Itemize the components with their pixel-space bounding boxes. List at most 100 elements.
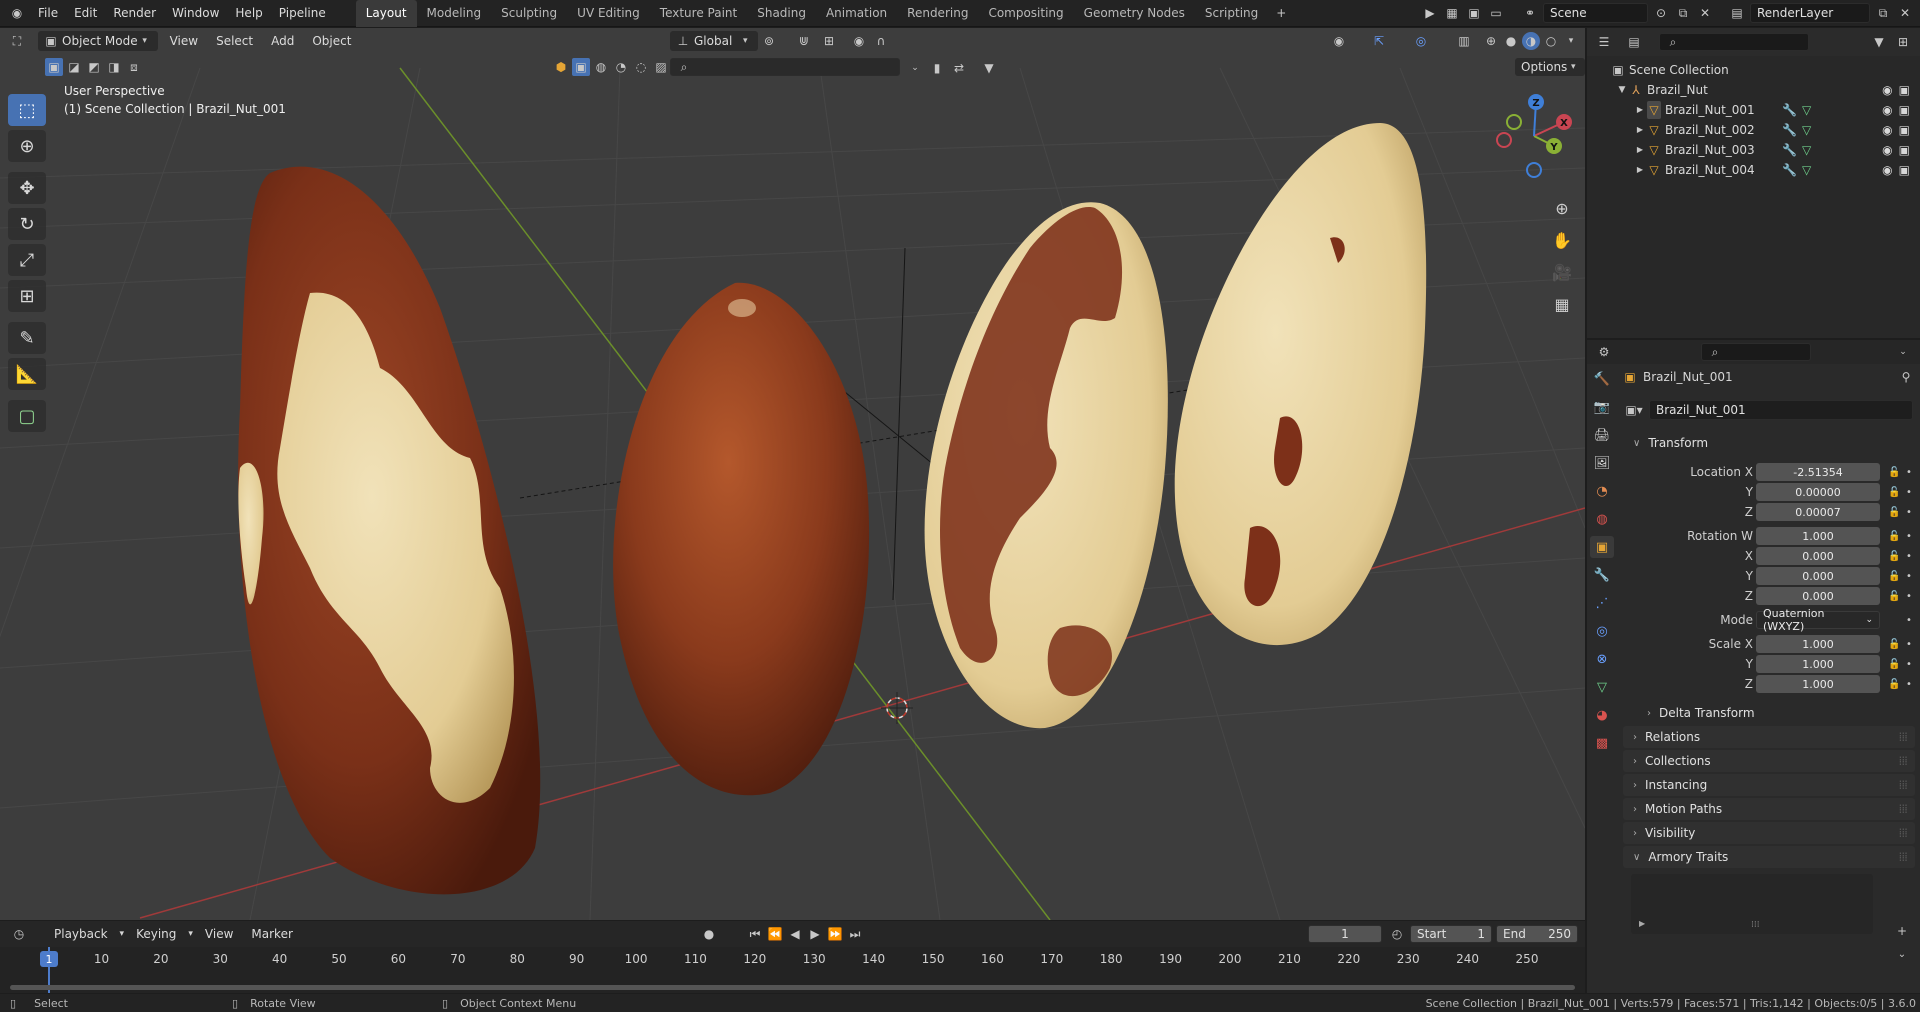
new-scene-icon[interactable]: ⧉: [1674, 4, 1692, 22]
filter-funnel-icon[interactable]: ▼: [1870, 33, 1888, 51]
expand-chevron-icon[interactable]: ▶: [1633, 141, 1647, 159]
view-layer-tab-icon[interactable]: 🖼: [1590, 452, 1614, 474]
move-tool-icon[interactable]: ✥: [8, 172, 46, 204]
lock-icon[interactable]: 🔓: [1888, 591, 1900, 602]
timeline-menu-playback[interactable]: Playback: [48, 927, 114, 941]
add-workspace-icon[interactable]: +: [1272, 4, 1290, 22]
shading-material-icon[interactable]: ◑: [1522, 32, 1540, 50]
rotation-x-field[interactable]: 0.000: [1756, 547, 1880, 565]
render-image-icon[interactable]: ▶: [1421, 4, 1439, 22]
falloff-icon[interactable]: ∩: [872, 32, 890, 50]
annotate-tool-icon[interactable]: ✎: [8, 322, 46, 354]
keyframe-dot-icon[interactable]: •: [1906, 639, 1912, 650]
filter-camera-icon[interactable]: ▨: [652, 58, 670, 76]
outliner-search-field[interactable]: ⌕: [1659, 33, 1809, 51]
properties-search-field[interactable]: ⌕: [1701, 343, 1811, 361]
expand-chevron-icon[interactable]: ▼: [1615, 81, 1629, 99]
grip-icon[interactable]: ⁞⁞⁞: [1899, 850, 1909, 864]
camera-icon[interactable]: ▣: [1899, 83, 1910, 97]
playhead-frame-label[interactable]: 1: [40, 951, 58, 967]
camera-icon[interactable]: ▣: [1899, 123, 1910, 137]
visibility-panel[interactable]: › Visibility ⁞⁞⁞: [1623, 822, 1915, 844]
snap-icon[interactable]: ⋓: [795, 32, 813, 50]
grip-icon[interactable]: ⁞⁞⁞: [1899, 778, 1909, 792]
navigation-gizmo[interactable]: X Y Z: [1490, 92, 1578, 180]
filter-world-icon[interactable]: ◌: [632, 58, 650, 76]
prev-keyframe-icon[interactable]: ⏪: [766, 925, 784, 943]
shading-wireframe-icon[interactable]: ⊕: [1482, 32, 1500, 50]
lock-icon[interactable]: 🔓: [1888, 467, 1900, 478]
expand-chevron-icon[interactable]: ▶: [1633, 101, 1647, 119]
outliner-object-row[interactable]: ▶ ▽ Brazil_Nut_001 🔧 ▽ ◉ ▣: [1587, 100, 1920, 120]
rotation-y-field[interactable]: 0.000: [1756, 567, 1880, 585]
pin-icon[interactable]: ⊙: [1652, 4, 1670, 22]
keyframe-dot-icon[interactable]: •: [1906, 615, 1912, 626]
pin-icon[interactable]: ⚲: [1897, 368, 1915, 386]
outliner-scene-collection[interactable]: ▣ Scene Collection: [1587, 60, 1920, 80]
jump-end-icon[interactable]: ⏭: [846, 925, 864, 943]
zoom-icon[interactable]: ⊕: [1548, 196, 1576, 220]
add-cube-tool-icon[interactable]: ▢: [8, 400, 46, 432]
location-z-field[interactable]: 0.00007: [1756, 503, 1880, 521]
menu-pipeline[interactable]: Pipeline: [271, 0, 334, 27]
select-subtract-icon[interactable]: ◩: [85, 58, 103, 76]
workspace-tab-scripting[interactable]: Scripting: [1195, 0, 1268, 27]
menu-render[interactable]: Render: [105, 0, 164, 27]
menu-help[interactable]: Help: [227, 0, 270, 27]
new-collection-icon[interactable]: ⊞: [1894, 33, 1912, 51]
shading-solid-icon[interactable]: ●: [1502, 32, 1520, 50]
object-name-field[interactable]: Brazil_Nut_001: [1649, 400, 1913, 420]
filter-funnel-icon[interactable]: ▼: [980, 59, 998, 77]
relations-panel[interactable]: › Relations ⁞⁞⁞: [1623, 726, 1915, 748]
particles-tab-icon[interactable]: ⋰: [1590, 592, 1614, 614]
brazil-nut-003[interactable]: [924, 202, 1168, 729]
camera-view-icon[interactable]: 🎥: [1548, 260, 1576, 284]
brazil-nut-002[interactable]: [613, 282, 870, 796]
timeline-menu-keying[interactable]: Keying: [130, 927, 182, 941]
3d-viewport[interactable]: ⛶ ▣ Object Mode ▾ View Select Add Object…: [0, 28, 1585, 920]
object-tab-icon[interactable]: ▣: [1590, 536, 1614, 558]
tool-tab-icon[interactable]: 🔨: [1590, 368, 1614, 390]
workspace-tab-rendering[interactable]: Rendering: [897, 0, 978, 27]
outliner-collection-brazil-nut[interactable]: ▼ ⅄ Brazil_Nut ◉ ▣: [1587, 80, 1920, 100]
workspace-tab-geometry-nodes[interactable]: Geometry Nodes: [1074, 0, 1195, 27]
list-expand-icon[interactable]: ▶: [1639, 919, 1645, 928]
viewport-menu-object[interactable]: Object: [306, 34, 357, 48]
window-icon[interactable]: ▭: [1487, 4, 1505, 22]
delete-scene-icon[interactable]: ✕: [1696, 4, 1714, 22]
scale-x-field[interactable]: 1.000: [1756, 635, 1880, 653]
filter-material-icon[interactable]: ◍: [592, 58, 610, 76]
grip-icon[interactable]: ⁞⁞⁞: [1899, 754, 1909, 768]
filter-light-icon[interactable]: ◔: [612, 58, 630, 76]
keyframe-dot-icon[interactable]: •: [1906, 551, 1912, 562]
workspace-tab-layout[interactable]: Layout: [355, 0, 417, 27]
instancing-panel[interactable]: › Instancing ⁞⁞⁞: [1623, 774, 1915, 796]
menu-window[interactable]: Window: [164, 0, 227, 27]
camera-icon[interactable]: ▣: [1899, 103, 1910, 117]
keyframe-dot-icon[interactable]: •: [1906, 467, 1912, 478]
mesh-data-icon[interactable]: ▽: [1802, 143, 1811, 157]
eye-icon[interactable]: ◉: [1882, 163, 1892, 177]
proportional-edit-icon[interactable]: ◉: [850, 32, 868, 50]
view-render-icon[interactable]: ▣: [1465, 4, 1483, 22]
shading-options-icon[interactable]: ▾: [1562, 32, 1580, 50]
lock-icon[interactable]: 🔓: [1888, 551, 1900, 562]
select-intersect-icon[interactable]: ⧈: [125, 58, 143, 76]
armory-traits-list[interactable]: ▶ ⁞⁞⁞: [1631, 874, 1873, 934]
eye-icon[interactable]: ◉: [1882, 123, 1892, 137]
workspace-tab-texture-paint[interactable]: Texture Paint: [650, 0, 747, 27]
list-resize-grip-icon[interactable]: ⁞⁞⁞: [1751, 920, 1760, 930]
location-y-field[interactable]: 0.00000: [1756, 483, 1880, 501]
transform-tool-icon[interactable]: ⊞: [8, 280, 46, 312]
eye-icon[interactable]: ◉: [1882, 143, 1892, 157]
timeline-menu-view[interactable]: View: [199, 927, 239, 941]
rotation-z-field[interactable]: 0.000: [1756, 587, 1880, 605]
data-tab-icon[interactable]: ▽: [1590, 676, 1614, 698]
play-reverse-icon[interactable]: ◀: [786, 925, 804, 943]
jump-start-icon[interactable]: ⏮: [746, 925, 764, 943]
workspace-tab-uv-editing[interactable]: UV Editing: [567, 0, 650, 27]
measure-tool-icon[interactable]: 📐: [8, 358, 46, 390]
keyframe-dot-icon[interactable]: •: [1906, 659, 1912, 670]
expand-chevron-icon[interactable]: ▶: [1633, 161, 1647, 179]
material-tab-icon[interactable]: ◕: [1590, 704, 1614, 726]
